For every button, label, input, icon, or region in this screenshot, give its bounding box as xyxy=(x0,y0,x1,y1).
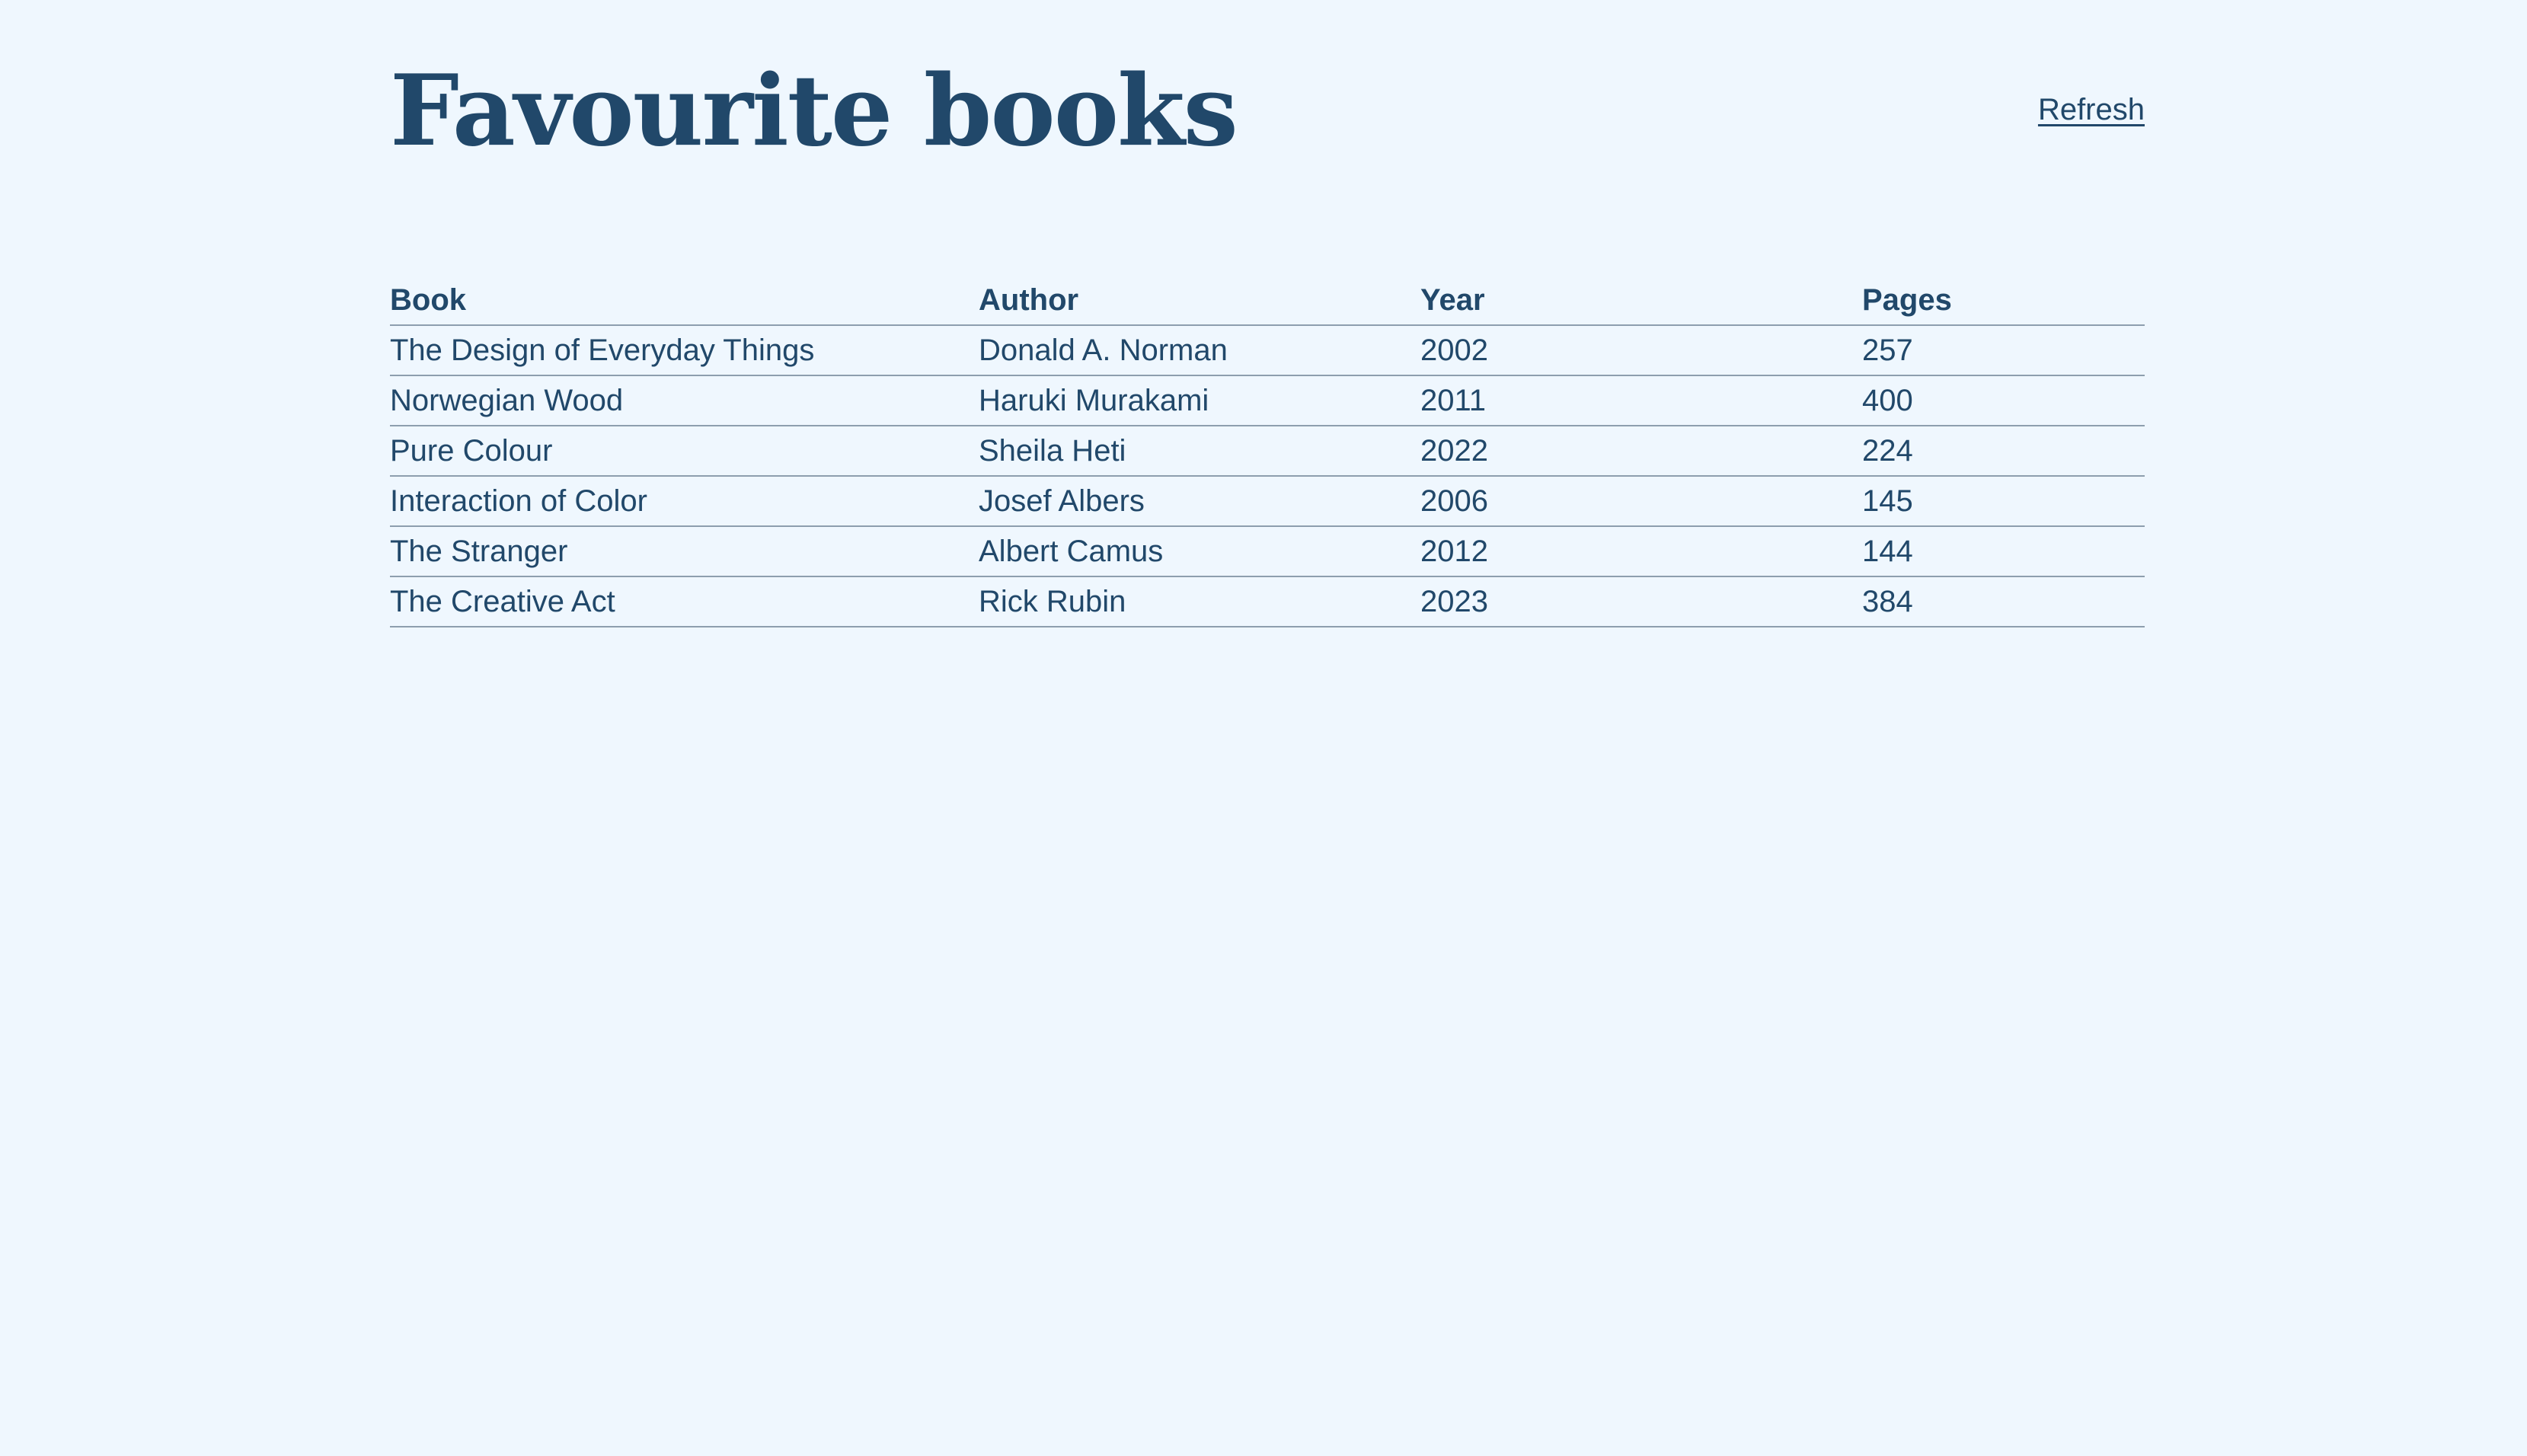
table-row: The Creative Act Rick Rubin 2023 384 xyxy=(390,576,2145,627)
cell-book: The Creative Act xyxy=(390,576,979,627)
cell-book: Interaction of Color xyxy=(390,476,979,527)
page-title: Favourite books xyxy=(390,54,1238,168)
cell-year: 2006 xyxy=(1420,476,1862,527)
cell-author: Donald A. Norman xyxy=(979,325,1420,376)
table-body: The Design of Everyday Things Donald A. … xyxy=(390,325,2145,627)
cell-author: Josef Albers xyxy=(979,476,1420,527)
cell-pages: 144 xyxy=(1862,526,2145,577)
cell-pages: 145 xyxy=(1862,476,2145,527)
cell-year: 2011 xyxy=(1420,375,1862,426)
page: Favourite books Refresh Book Author Year… xyxy=(390,0,2145,627)
table-row: The Design of Everyday Things Donald A. … xyxy=(390,325,2145,376)
cell-pages: 257 xyxy=(1862,325,2145,376)
page-header: Favourite books Refresh xyxy=(390,0,2145,198)
cell-author: Rick Rubin xyxy=(979,576,1420,627)
cell-author: Albert Camus xyxy=(979,526,1420,577)
cell-year: 2012 xyxy=(1420,526,1862,577)
cell-pages: 384 xyxy=(1862,576,2145,627)
cell-year: 2022 xyxy=(1420,426,1862,477)
cell-year: 2002 xyxy=(1420,325,1862,376)
column-header-book: Book xyxy=(390,274,979,326)
cell-book: Pure Colour xyxy=(390,426,979,477)
cell-book: The Design of Everyday Things xyxy=(390,325,979,376)
table-row: Norwegian Wood Haruki Murakami 2011 400 xyxy=(390,375,2145,426)
table-row: Interaction of Color Josef Albers 2006 1… xyxy=(390,476,2145,527)
books-table: Book Author Year Pages The Design of Eve… xyxy=(390,274,2145,627)
cell-pages: 400 xyxy=(1862,375,2145,426)
table-row: The Stranger Albert Camus 2012 144 xyxy=(390,526,2145,577)
table-header: Book Author Year Pages xyxy=(390,274,2145,326)
header-row: Book Author Year Pages xyxy=(390,274,2145,326)
refresh-link[interactable]: Refresh xyxy=(2038,90,2145,129)
table-row: Pure Colour Sheila Heti 2022 224 xyxy=(390,426,2145,477)
cell-author: Sheila Heti xyxy=(979,426,1420,477)
cell-author: Haruki Murakami xyxy=(979,375,1420,426)
column-header-year: Year xyxy=(1420,274,1862,326)
column-header-pages: Pages xyxy=(1862,274,2145,326)
cell-book: The Stranger xyxy=(390,526,979,577)
cell-pages: 224 xyxy=(1862,426,2145,477)
cell-year: 2023 xyxy=(1420,576,1862,627)
column-header-author: Author xyxy=(979,274,1420,326)
cell-book: Norwegian Wood xyxy=(390,375,979,426)
